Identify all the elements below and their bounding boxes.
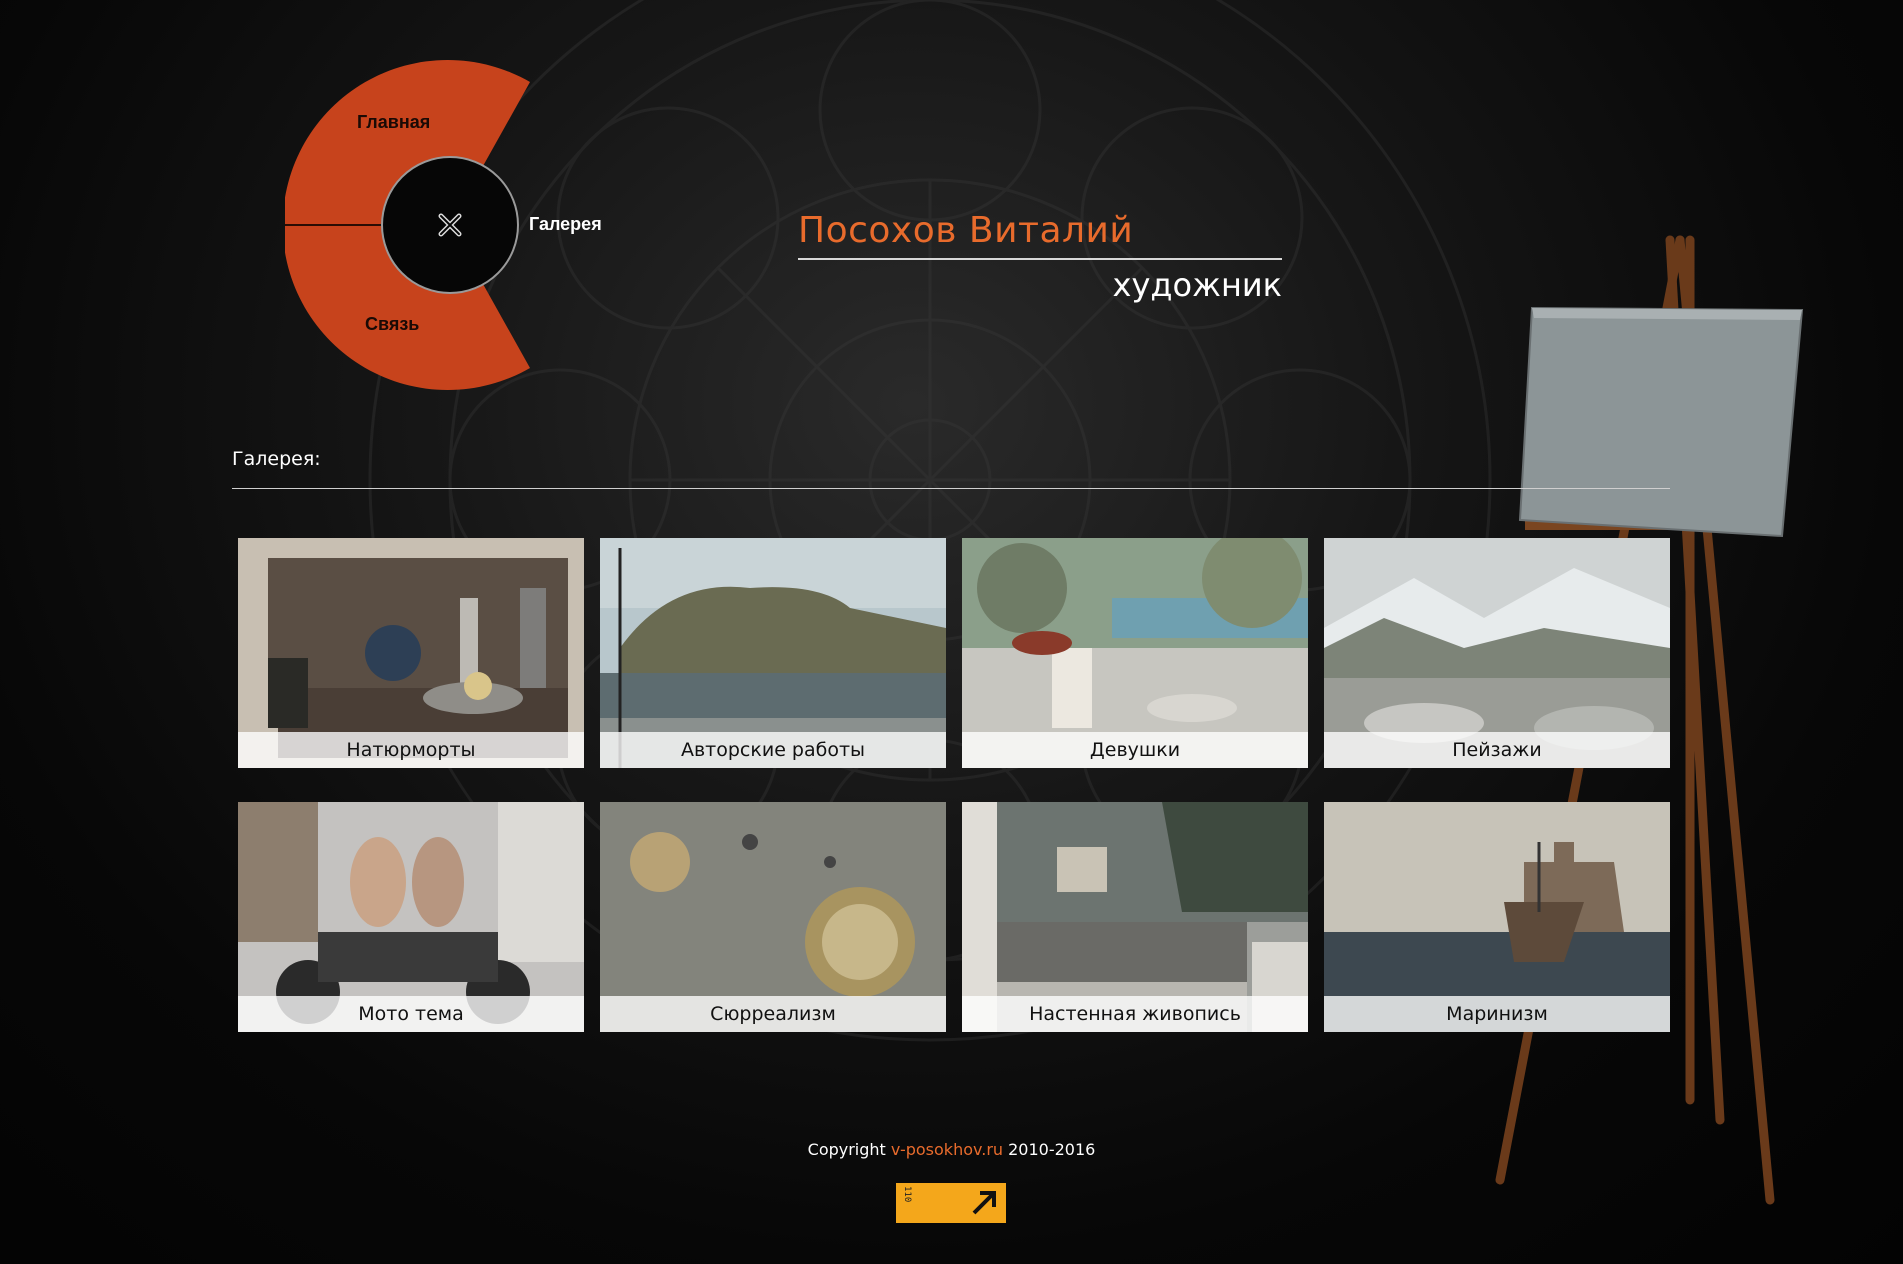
gallery-tile-author-works[interactable]: Авторские работы — [600, 538, 946, 768]
arrow-up-right-icon — [972, 1191, 996, 1215]
copyright-text: Copyright — [807, 1140, 886, 1159]
gallery-tile-still-life[interactable]: Натюрморты — [238, 538, 584, 768]
artist-name: Посохов Виталий — [798, 210, 1134, 251]
gallery-tile-surrealism[interactable]: Сюрреализм — [600, 802, 946, 1032]
gallery-tile-landscapes[interactable]: Пейзажи — [1324, 538, 1670, 768]
gallery-tile-marine[interactable]: Маринизм — [1324, 802, 1670, 1032]
menu-item-contact[interactable]: Связь — [365, 314, 419, 335]
menu-item-home[interactable]: Главная — [357, 112, 430, 133]
gallery-tile-label: Авторские работы — [600, 732, 946, 768]
footer: Copyright v-posokhov.ru 2010-2016 — [0, 1140, 1903, 1159]
visit-counter-badge[interactable]: 110 — [896, 1183, 1006, 1223]
menu-item-gallery[interactable]: Галерея — [529, 214, 602, 235]
close-icon[interactable] — [437, 212, 463, 238]
radial-menu: Главная Галерея Связь — [285, 60, 615, 390]
title-divider — [798, 258, 1282, 260]
gallery-tile-label: Пейзажи — [1324, 732, 1670, 768]
site-link[interactable]: v-posokhov.ru — [891, 1140, 1003, 1159]
gallery-tile-label: Сюрреализм — [600, 996, 946, 1032]
copyright-years: 2010-2016 — [1008, 1140, 1096, 1159]
gallery-tile-girls[interactable]: Девушки — [962, 538, 1308, 768]
gallery-tile-wall-painting[interactable]: Настенная живопись — [962, 802, 1308, 1032]
gallery-tile-label: Маринизм — [1324, 996, 1670, 1032]
gallery-heading: Галерея: — [232, 448, 321, 470]
gallery-tile-label: Девушки — [962, 732, 1308, 768]
counter-digits: 110 — [902, 1186, 912, 1203]
gallery-tile-moto[interactable]: Мото тема — [238, 802, 584, 1032]
gallery-tile-label: Настенная живопись — [962, 996, 1308, 1032]
gallery-tile-label: Натюрморты — [238, 732, 584, 768]
artist-role: художник — [1112, 266, 1282, 304]
gallery-divider — [232, 488, 1670, 489]
gallery-tile-label: Мото тема — [238, 996, 584, 1032]
